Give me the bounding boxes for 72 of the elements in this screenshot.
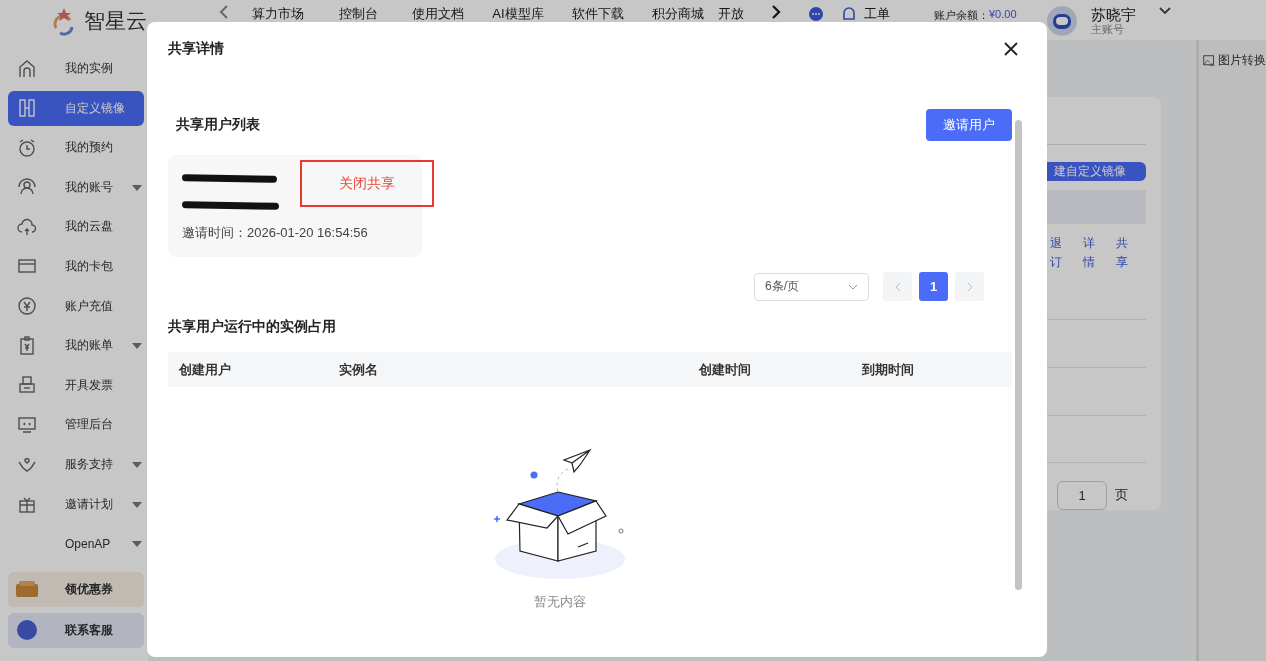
- caret-down-icon: [132, 501, 142, 508]
- sidebar-item[interactable]: 我的卡包: [8, 248, 144, 284]
- sidebar-item[interactable]: 管理后台: [8, 407, 144, 443]
- chevron-right-icon: [966, 281, 973, 292]
- chevron-left-icon: [894, 281, 901, 292]
- panel-item[interactable]: 图片转换: [1199, 52, 1266, 69]
- menu-icon: [17, 98, 37, 119]
- nav-link[interactable]: AI模型库: [478, 6, 558, 22]
- invite-user-button[interactable]: 邀请用户: [926, 109, 1012, 141]
- chevron-down-icon[interactable]: [1157, 6, 1172, 16]
- column-header: 创建用户: [178, 360, 232, 379]
- page-input[interactable]: 1: [1057, 481, 1107, 510]
- sidebar-item[interactable]: 我的实例: [8, 51, 144, 86]
- close-share-button[interactable]: 关闭共享: [300, 160, 434, 207]
- column-header: 实例名: [338, 360, 379, 379]
- page-size-select[interactable]: 6条/页: [754, 272, 869, 301]
- ticket-link[interactable]: 工单: [864, 6, 890, 22]
- section-title: 共享用户运行中的实例占用: [168, 318, 337, 336]
- sidebar-item[interactable]: 我的账号: [8, 169, 144, 205]
- nav-link[interactable]: 算力市场: [238, 6, 318, 22]
- sidebar-item[interactable]: 账户充值: [8, 288, 144, 324]
- menu-icon: [17, 414, 37, 435]
- close-icon[interactable]: [1004, 41, 1018, 56]
- balance-label: 账户余额：: [934, 8, 989, 23]
- invite-time: 邀请时间：2026-01-20 16:54:56: [182, 224, 368, 242]
- sidebar-item[interactable]: 服务支持: [8, 446, 144, 482]
- column-header: 创建时间: [698, 360, 752, 379]
- user-name: 苏晓宇: [1090, 6, 1136, 24]
- nav-link[interactable]: 控制台: [318, 6, 398, 22]
- nav-link[interactable]: 软件下载: [558, 6, 638, 22]
- caret-down-icon: [132, 184, 142, 191]
- row-action-link[interactable]: 退订: [1050, 233, 1062, 273]
- chevron-down-icon: [848, 283, 858, 290]
- caret-down-icon: [132, 343, 142, 350]
- menu-icon: [17, 375, 37, 396]
- sidebar-item[interactable]: 我的预约: [8, 130, 144, 166]
- row-action-link[interactable]: 详情: [1083, 233, 1095, 273]
- empty-state-text: 暂无内容: [534, 593, 586, 611]
- promo-item[interactable]: 联系客服: [8, 612, 144, 648]
- page-suffix: 页: [1115, 486, 1128, 505]
- menu-icon: [17, 216, 37, 237]
- sidebar-item[interactable]: 邀请计划: [8, 486, 144, 522]
- promo-item[interactable]: 领优惠券: [8, 571, 144, 607]
- menu-icon: [17, 335, 37, 356]
- sidebar-item[interactable]: 我的账单: [8, 328, 144, 364]
- bell-icon[interactable]: [842, 6, 856, 22]
- menu-icon: [17, 296, 37, 317]
- row-action-link[interactable]: 共享: [1116, 233, 1128, 273]
- menu-icon: [17, 58, 37, 79]
- sidebar-item[interactable]: 我的云盘: [8, 209, 144, 245]
- caret-down-icon: [132, 461, 142, 468]
- chevron-right-icon[interactable]: [770, 4, 782, 20]
- sidebar-item[interactable]: OpenAP: [8, 526, 144, 562]
- balance-value: ¥0.00: [989, 8, 1017, 22]
- caret-down-icon: [132, 541, 142, 548]
- logo-text: 智星云: [84, 8, 147, 34]
- dialog-title: 共享详情: [168, 39, 224, 58]
- sidebar-item[interactable]: 自定义镜像: [8, 90, 144, 126]
- column-header: 到期时间: [861, 360, 914, 379]
- user-role: 主账号: [1090, 23, 1125, 36]
- avatar-icon[interactable]: [1046, 6, 1077, 36]
- chevron-left-icon[interactable]: [218, 4, 230, 20]
- section-title: 共享用户列表: [175, 116, 260, 134]
- coupon-icon: [15, 580, 39, 599]
- page-button[interactable]: 1: [919, 272, 948, 301]
- image-convert-icon: [1203, 52, 1215, 69]
- chat-icon[interactable]: [808, 6, 824, 22]
- nav-link[interactable]: 开放: [718, 6, 762, 22]
- menu-icon: [17, 137, 37, 158]
- sidebar-item[interactable]: 开具发票: [8, 367, 144, 403]
- nav-link[interactable]: 积分商城: [638, 6, 718, 22]
- nav-link[interactable]: 使用文档: [398, 6, 478, 22]
